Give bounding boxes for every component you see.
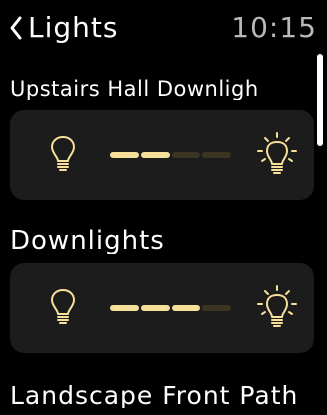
accessory-title: Upstairs Hall Downligh: [10, 79, 259, 100]
back-button[interactable]: Lights: [9, 6, 118, 50]
bulb-off-icon: [51, 289, 75, 324]
level-segment-on: [110, 152, 139, 158]
brighten-button[interactable]: [254, 283, 300, 333]
brightness-control-card: [10, 110, 314, 200]
level-segment-on: [140, 305, 170, 311]
level-segment-on: [140, 152, 170, 158]
chevron-left-icon: [10, 16, 22, 40]
scrollbar[interactable]: [317, 54, 323, 146]
clock: 10:15: [231, 11, 317, 44]
bulb-on-icon: [257, 285, 297, 327]
level-segment-off: [171, 152, 201, 158]
brighten-button[interactable]: [254, 130, 300, 180]
level-segment-off: [202, 152, 231, 158]
back-title: Lights: [28, 11, 119, 44]
bulb-off-icon: [51, 136, 75, 171]
dim-button[interactable]: [40, 283, 86, 333]
accessory-title: Downlights: [10, 228, 165, 254]
brightness-control-card: [10, 263, 314, 353]
header: Lights 10:15: [0, 0, 327, 52]
level-segment-on: [110, 305, 139, 311]
level-segment-on: [171, 305, 201, 311]
dim-button[interactable]: [40, 130, 86, 180]
level-segment-off: [202, 305, 231, 311]
bulb-on-icon: [257, 132, 297, 174]
brightness-level-bar[interactable]: [110, 152, 231, 158]
brightness-level-bar[interactable]: [110, 305, 231, 311]
accessory-title: Landscape Front Path: [10, 383, 299, 408]
